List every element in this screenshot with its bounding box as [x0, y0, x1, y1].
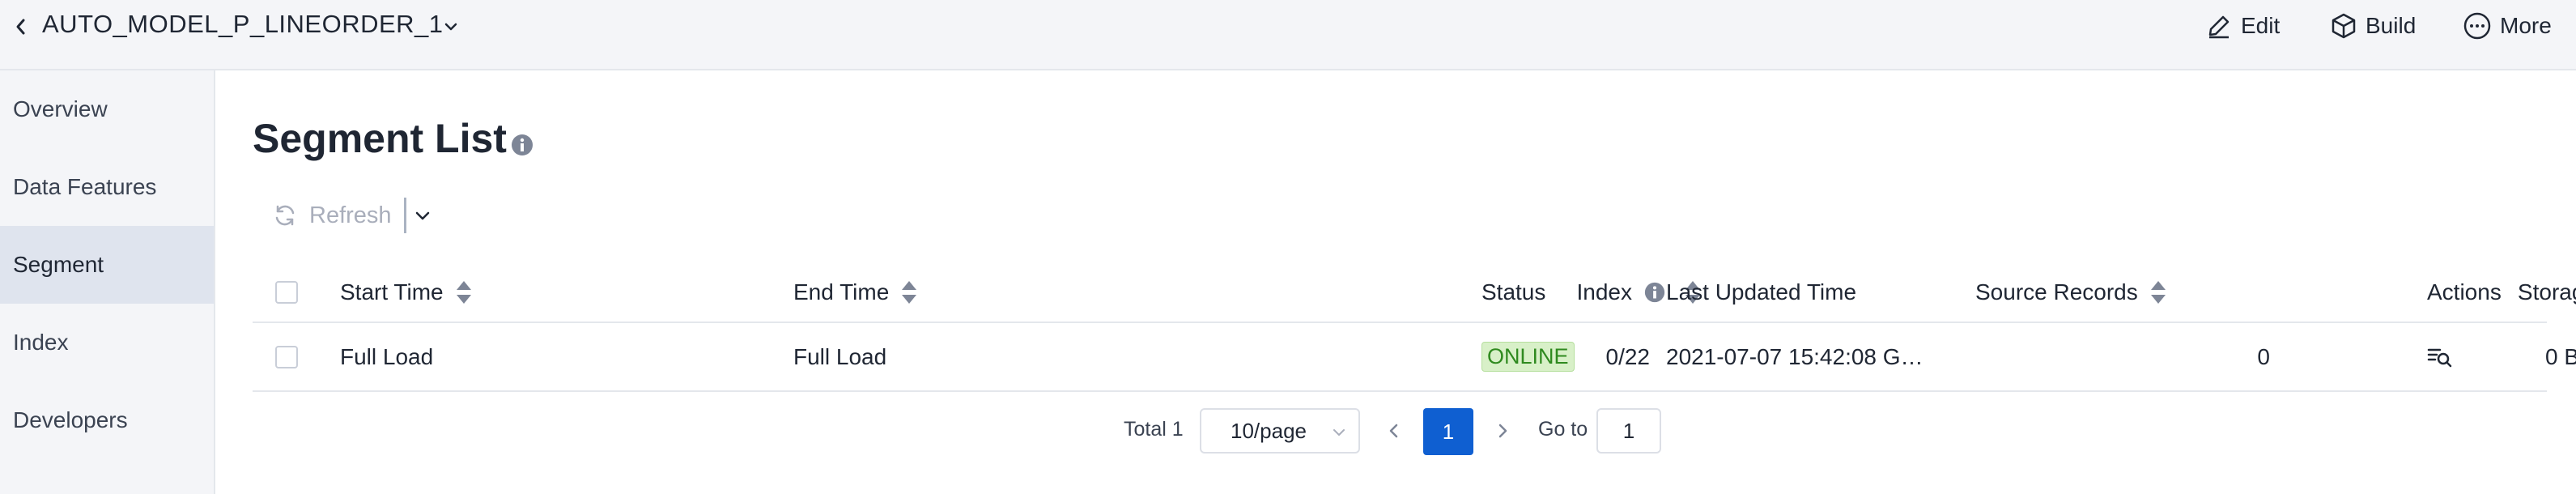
sidebar-item-segment[interactable]: Segment [0, 226, 214, 304]
column-label: Source Records [1975, 279, 2138, 304]
build-cube-icon [2332, 13, 2356, 39]
column-label: End Time [793, 279, 890, 304]
refresh-divider [404, 198, 406, 233]
more-icon [2463, 12, 2491, 40]
column-actions: Actions [2427, 263, 2502, 322]
info-icon[interactable] [1643, 281, 1666, 304]
column-storage[interactable]: Storage [2276, 263, 2576, 322]
edit-button[interactable]: Edit [2205, 8, 2280, 44]
column-label: Last Updated Time [1666, 279, 1857, 304]
chevron-left-icon[interactable] [1384, 419, 1404, 442]
chevron-right-icon[interactable] [1493, 419, 1512, 442]
row-checkbox[interactable] [275, 323, 298, 390]
page-size-value: 10/page [1231, 418, 1307, 443]
sidebar: Overview Data Features Segment Index Dev… [0, 70, 215, 494]
column-label: Status [1481, 279, 1546, 304]
info-icon[interactable] [510, 133, 534, 157]
column-label: Index [1576, 279, 1633, 304]
pagination-total: Total 1 [1124, 418, 1184, 441]
top-bar: AUTO_MODEL_P_LINEORDER_1 Edit Build More [0, 0, 2576, 70]
chevron-down-icon[interactable] [442, 18, 460, 36]
table-row: Full Load Full Load 0/22 ONLINE 2021-07-… [253, 323, 2576, 392]
more-label: More [2500, 13, 2552, 38]
search-list-icon [2427, 348, 2452, 367]
sort-icon[interactable] [2149, 279, 2167, 305]
sidebar-item-overview[interactable]: Overview [0, 70, 214, 148]
build-label: Build [2366, 13, 2417, 38]
select-all-checkbox[interactable] [275, 263, 298, 322]
goto-page-input[interactable] [1596, 408, 1661, 454]
chevron-down-icon[interactable] [413, 206, 432, 225]
sidebar-item-label: Overview [13, 96, 108, 121]
column-source-records[interactable]: Source Records [1975, 263, 2167, 322]
view-details-button[interactable] [2427, 323, 2453, 390]
sidebar-item-label: Index [13, 330, 69, 355]
status-cell: ONLINE [1481, 323, 1575, 390]
status-badge: ONLINE [1481, 342, 1575, 372]
chevron-down-icon [1333, 429, 1345, 436]
sort-icon[interactable] [900, 279, 918, 305]
sidebar-item-label: Segment [13, 252, 104, 277]
table-header: Start Time End Time Index Status Last Up… [253, 263, 2576, 323]
column-label: Actions [2427, 279, 2502, 304]
sort-icon[interactable] [455, 279, 473, 305]
sidebar-item-data-features[interactable]: Data Features [0, 148, 214, 226]
cell-start-time: Full Load [340, 343, 434, 369]
cell-last-updated: 2021-07-07 15:42:08 G… [1666, 343, 1923, 369]
refresh-button[interactable]: Refresh [272, 198, 392, 233]
goto-label: Go to [1538, 418, 1588, 441]
page-button-current[interactable]: 1 [1423, 408, 1473, 455]
column-status: Status [1481, 263, 1545, 322]
column-label: Start Time [340, 279, 444, 304]
chevron-left-icon[interactable] [11, 15, 29, 39]
column-last-updated: Last Updated Time [1666, 263, 1856, 322]
edit-label: Edit [2241, 13, 2281, 38]
sidebar-item-index[interactable]: Index [0, 304, 214, 381]
cell-storage: 0 B [2544, 343, 2576, 369]
column-end-time[interactable]: End Time [793, 263, 918, 322]
column-label: Storage [2517, 279, 2576, 304]
page-title: Segment List [253, 116, 507, 161]
sidebar-item-label: Developers [13, 407, 128, 432]
page-size-select[interactable]: 10/page [1200, 408, 1360, 454]
sidebar-item-label: Data Features [13, 174, 157, 199]
cell-end-time: Full Load [793, 343, 887, 369]
column-start-time[interactable]: Start Time [340, 263, 473, 322]
model-name: AUTO_MODEL_P_LINEORDER_1 [42, 10, 444, 38]
more-button[interactable]: More [2463, 8, 2552, 44]
refresh-icon [275, 205, 295, 226]
sidebar-item-developers[interactable]: Developers [0, 381, 214, 459]
build-button[interactable]: Build [2330, 8, 2416, 44]
cell-source-records: 0 [2257, 343, 2270, 369]
cell-index: 0/22 [1605, 343, 1651, 369]
edit-icon [2208, 15, 2230, 39]
refresh-label: Refresh [309, 202, 392, 228]
